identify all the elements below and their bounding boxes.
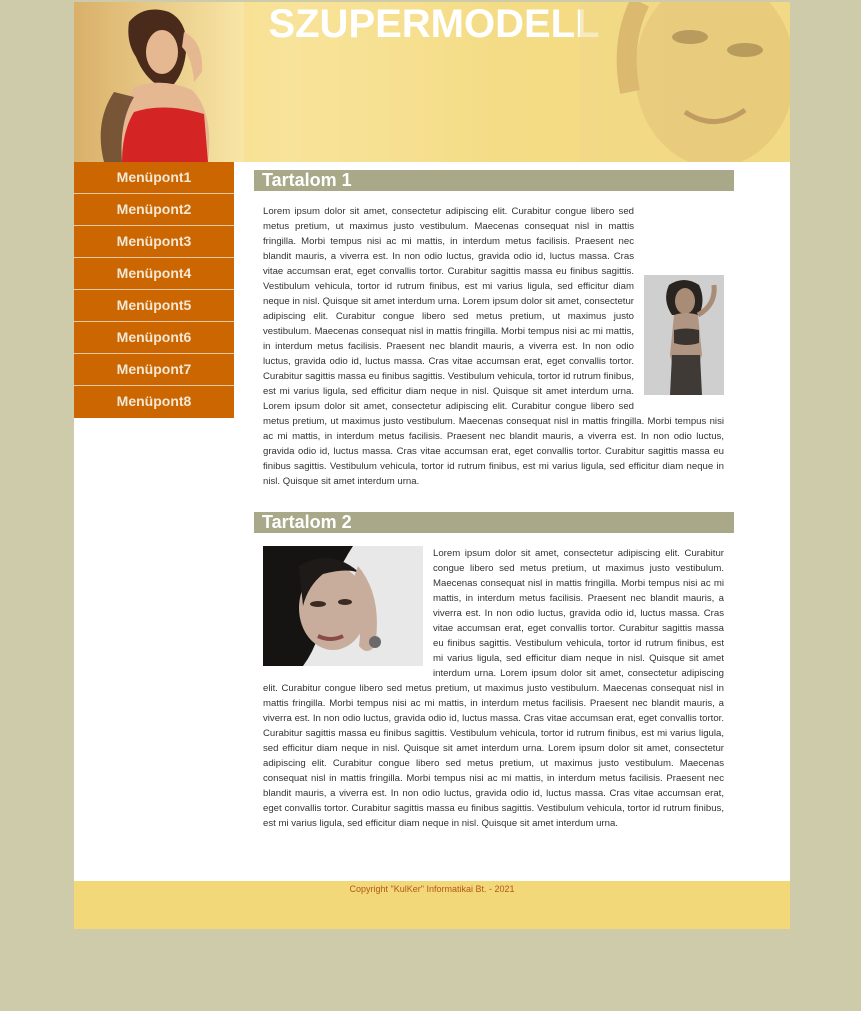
content-section-1: Tartalom 1 Lorem ipsum dolor sit amet, c… bbox=[254, 170, 734, 489]
content-section-2: Tartalom 2 Lorem ipsum dolor sit amet, c… bbox=[254, 512, 734, 831]
main-content: Tartalom 1 Lorem ipsum dolor sit amet, c… bbox=[254, 170, 734, 831]
menu-item-5[interactable]: Menüpont5 bbox=[74, 290, 234, 322]
section-2-model-photo bbox=[263, 546, 423, 666]
copyright-text: Copyright "KulKer" Informatikai Bt. - 20… bbox=[349, 884, 515, 894]
section-title: Tartalom 2 bbox=[254, 512, 734, 533]
header-banner: SZUPERMODELL bbox=[74, 2, 790, 162]
menu-item-8[interactable]: Menüpont8 bbox=[74, 386, 234, 418]
section-1-model-photo bbox=[644, 275, 724, 395]
header-model-photo bbox=[74, 2, 244, 162]
section-title: Tartalom 1 bbox=[254, 170, 734, 191]
menu-item-3[interactable]: Menüpont3 bbox=[74, 226, 234, 258]
section-text-block: Lorem ipsum dolor sit amet, consectetur … bbox=[254, 533, 734, 831]
side-menu: Menüpont1 Menüpont2 Menüpont3 Menüpont4 … bbox=[74, 162, 234, 418]
page-footer: Copyright "KulKer" Informatikai Bt. - 20… bbox=[74, 881, 790, 929]
section-text-block: Lorem ipsum dolor sit amet, consectetur … bbox=[254, 191, 734, 489]
site-title: SZUPERMODELL bbox=[268, 2, 600, 46]
menu-item-4[interactable]: Menüpont4 bbox=[74, 258, 234, 290]
menu-item-6[interactable]: Menüpont6 bbox=[74, 322, 234, 354]
header-face-photo bbox=[580, 2, 790, 162]
menu-item-1[interactable]: Menüpont1 bbox=[74, 162, 234, 194]
menu-item-7[interactable]: Menüpont7 bbox=[74, 354, 234, 386]
menu-item-2[interactable]: Menüpont2 bbox=[74, 194, 234, 226]
page-container: SZUPERMODELL Menüpont1 Menüpont2 Menüpon… bbox=[74, 2, 790, 929]
